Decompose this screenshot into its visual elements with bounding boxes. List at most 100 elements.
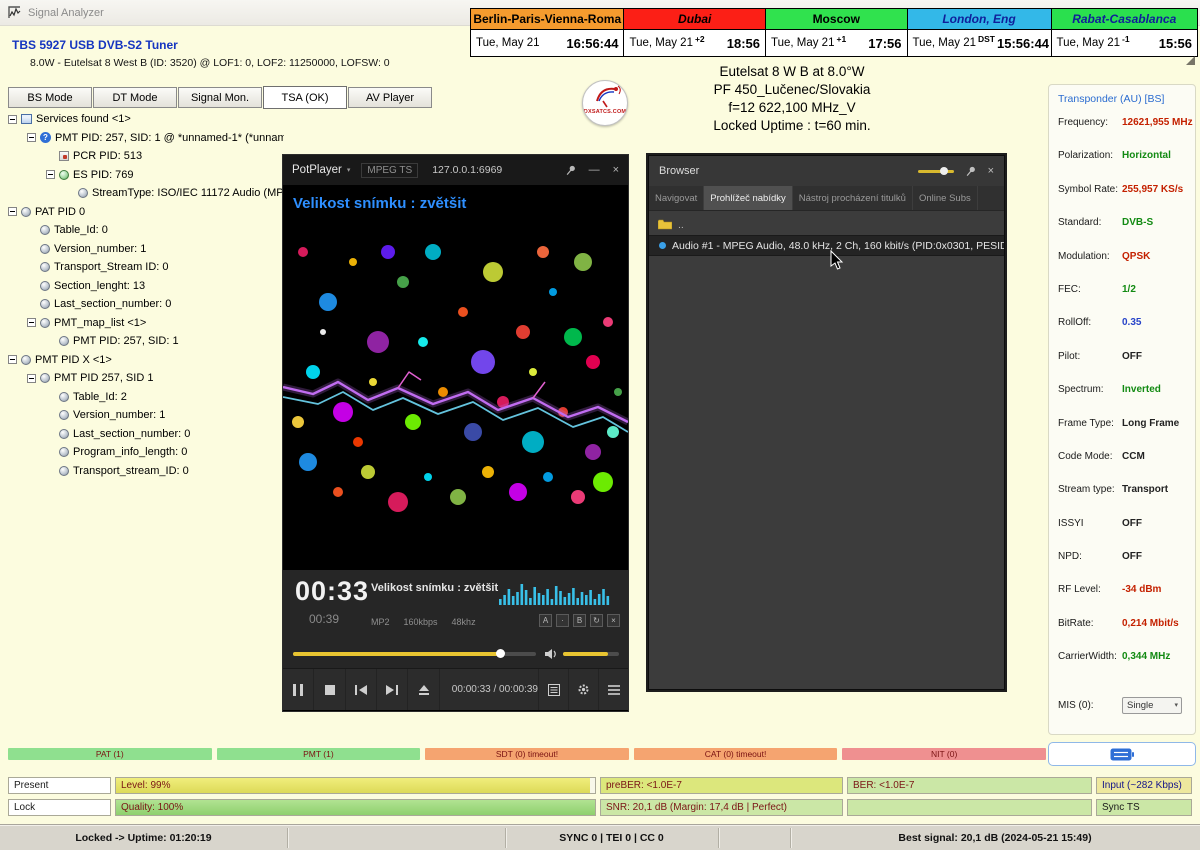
mode-tab[interactable]: DT Mode (93, 87, 177, 108)
pin-icon[interactable] (966, 166, 976, 177)
seek-bar[interactable] (293, 652, 536, 656)
tree-item[interactable]: PAT PID 0 (4, 203, 284, 222)
opacity-slider-handle[interactable] (940, 167, 948, 175)
psi-tree: Services found <1> PMT PID: 257, SID: 1 … (4, 110, 284, 480)
tree-expander-icon[interactable] (8, 355, 17, 364)
transponder-row: Symbol Rate: 255,957 KS/s (1058, 184, 1187, 217)
mode-tab[interactable]: Signal Mon. (178, 87, 262, 108)
mis-select[interactable]: Single ▾ (1122, 697, 1182, 714)
tree-expander-icon[interactable] (27, 133, 36, 142)
eject-button[interactable] (408, 669, 439, 710)
gear-icon[interactable] (568, 669, 598, 710)
close-icon[interactable]: × (988, 165, 994, 177)
osd-message: Velikost snímku : zvětšit (283, 185, 628, 222)
player-small-button[interactable]: · (556, 614, 569, 627)
mode-tab[interactable]: BS Mode (8, 87, 92, 108)
potplayer-titlebar[interactable]: PotPlayer ▾ MPEG TS 127.0.0.1:6969 — × (283, 155, 628, 185)
tree-expander-icon[interactable] (46, 170, 55, 179)
tree-item-label: PMT PID 257, SID 1 (54, 372, 153, 384)
quality-bar: Quality: 100% (115, 799, 596, 816)
tree-expander-icon[interactable] (27, 318, 36, 327)
video-frame (283, 222, 628, 515)
tree-item[interactable]: PCR PID: 513 (4, 147, 284, 166)
transponder-row-label: Pilot: (1058, 351, 1122, 362)
browser-tab[interactable]: Online Subs (913, 186, 978, 210)
tree-item[interactable]: StreamType: ISO/IEC 11172 Audio (MPEG-1)… (4, 184, 284, 203)
pause-button[interactable] (283, 669, 314, 710)
clock-city-column: Dubai Tue, May 21 +2 18:56 (624, 9, 766, 56)
player-small-button[interactable]: B (573, 614, 586, 627)
tree-item-label: PCR PID: 513 (73, 150, 142, 162)
tree-item[interactable]: Program_info_length: 0 (4, 443, 284, 462)
potplayer-window: PotPlayer ▾ MPEG TS 127.0.0.1:6969 — × V… (283, 155, 628, 711)
tree-item[interactable]: PMT PID 257, SID 1 (4, 369, 284, 388)
clock-utc-offset: +1 (836, 34, 846, 44)
tree-item[interactable]: PMT_map_list <1> (4, 314, 284, 333)
mode-tab[interactable]: TSA (OK) (263, 86, 347, 109)
player-info-panel: 00:33 00:39 Velikost snímku : zvětšit (283, 570, 628, 640)
tree-item[interactable]: Transport_Stream ID: 0 (4, 258, 284, 277)
tree-item[interactable]: PMT PID X <1> (4, 351, 284, 370)
player-small-button[interactable]: ↻ (590, 614, 603, 627)
transponder-row-value: Horizontal (1122, 150, 1171, 161)
seek-bar-handle[interactable] (496, 649, 505, 658)
next-button[interactable] (377, 669, 408, 710)
tree-item[interactable]: PMT PID: 257, SID: 1 (4, 332, 284, 351)
opacity-slider[interactable] (918, 170, 954, 173)
pin-icon[interactable] (566, 165, 576, 176)
previous-button[interactable] (346, 669, 377, 710)
menu-icon[interactable] (598, 669, 628, 710)
audio-track-row[interactable]: Audio #1 - MPEG Audio, 48.0 kHz, 2 Ch, 1… (649, 235, 1004, 256)
transponder-row: Pilot: OFF (1058, 351, 1187, 384)
clock-city-column: Rabat-Casablanca Tue, May 21 -1 15:56 (1052, 9, 1198, 56)
tree-expander-icon[interactable] (8, 207, 17, 216)
potplayer-title[interactable]: PotPlayer (292, 164, 342, 176)
tree-item[interactable]: Section_lenght: 13 (4, 277, 284, 296)
tree-node-icon (59, 336, 69, 346)
chevron-down-icon[interactable]: ▾ (347, 166, 351, 174)
elapsed-time: 00:33 (295, 576, 369, 607)
time-display: 00:00:33 / 00:00:39 (452, 669, 538, 710)
clock-date: Tue, May 21 (771, 37, 835, 49)
transponder-row-label: Symbol Rate: (1058, 184, 1122, 195)
transponder-row: Modulation: QPSK (1058, 251, 1187, 284)
total-duration: 00:39 (309, 612, 339, 626)
preber-indicator: preBER: <1.0E-7 (600, 777, 843, 794)
device-status-box (1048, 742, 1196, 766)
transponder-row: BitRate: 0,214 Mbit/s (1058, 618, 1187, 651)
tree-item[interactable]: Table_Id: 2 (4, 388, 284, 407)
player-small-button[interactable]: × (607, 614, 620, 627)
tree-item[interactable]: Table_Id: 0 (4, 221, 284, 240)
mode-tab[interactable]: AV Player (348, 87, 432, 108)
mis-row: MIS (0): Single ▾ (1058, 697, 1187, 714)
tree-expander-icon[interactable] (8, 115, 17, 124)
tree-item[interactable]: ES PID: 769 (4, 166, 284, 185)
tree-expander-icon[interactable] (27, 374, 36, 383)
tree-item-label: Last_section_number: 0 (73, 428, 190, 440)
stop-button[interactable] (314, 669, 345, 710)
parent-folder-row[interactable]: .. (649, 214, 1004, 235)
speaker-icon[interactable] (544, 648, 558, 660)
statusbar-separator (287, 828, 288, 848)
tree-item[interactable]: Last_section_number: 0 (4, 295, 284, 314)
clock-utc-offset: -1 (1122, 34, 1130, 44)
minimize-icon[interactable]: — (589, 164, 600, 176)
browser-tab[interactable]: Nástroj procházení titulků (793, 186, 913, 210)
player-small-button[interactable]: A (539, 614, 552, 627)
tree-item[interactable]: Services found <1> (4, 110, 284, 129)
tree-item[interactable]: Version_number: 1 (4, 406, 284, 425)
tree-node-icon (59, 410, 69, 420)
video-area[interactable] (283, 222, 628, 515)
close-icon[interactable]: × (613, 164, 619, 176)
browser-tab[interactable]: Navigovat (649, 186, 704, 210)
playlist-icon[interactable] (538, 669, 568, 710)
tree-item[interactable]: Transport_stream_ID: 0 (4, 462, 284, 481)
transponder-row-label: CarrierWidth: (1058, 651, 1122, 662)
browser-titlebar[interactable]: Browser × (649, 156, 1004, 186)
browser-tab[interactable]: Prohlížeč nabídky (704, 186, 793, 210)
tree-item[interactable]: PMT PID: 257, SID: 1 @ *unnamed-1* (*unn… (4, 129, 284, 148)
tree-item-label: Transport_Stream ID: 0 (54, 261, 169, 273)
tree-item[interactable]: Last_section_number: 0 (4, 425, 284, 444)
volume-bar[interactable] (563, 652, 619, 656)
tree-item[interactable]: Version_number: 1 (4, 240, 284, 259)
